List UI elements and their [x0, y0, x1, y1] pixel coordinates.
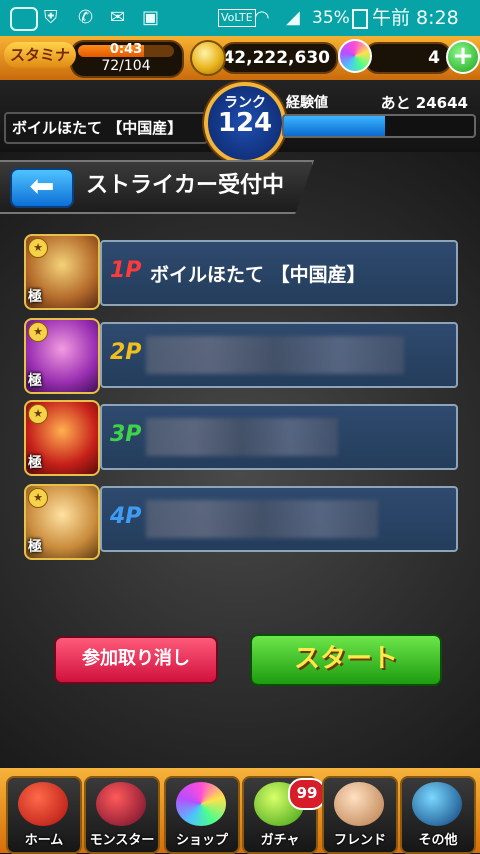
briefcase-icon: ▣: [142, 7, 160, 28]
radar-icon: [412, 782, 462, 826]
player-4-label: 4P: [110, 504, 142, 529]
back-arrow-icon: ⬅: [29, 169, 55, 204]
wifi-icon: ◠: [254, 7, 270, 28]
handshake-icon: [334, 782, 384, 826]
mail-icon: ✉: [110, 7, 126, 28]
stamina-timer: 0:43: [109, 42, 143, 57]
clock: 午前 8:28: [372, 7, 459, 29]
nav-monster-label: モンスター: [89, 833, 155, 848]
stamina-box: 0:43 72/104: [70, 40, 184, 78]
nav-gacha-label: ガチャ: [260, 833, 300, 848]
monster-icon: [96, 782, 146, 826]
coin-count: 42,222,630: [222, 48, 330, 68]
player-4-slot[interactable]: 4P: [100, 486, 458, 552]
player-3-label: 3P: [110, 422, 142, 447]
player-2-label: 2P: [110, 340, 142, 365]
nav-other-label: その他: [418, 833, 458, 848]
volte-indicator: VoLTE: [218, 9, 256, 27]
player-1-label: 1P: [110, 258, 142, 283]
home-icon: [18, 782, 68, 826]
nav-friend[interactable]: フレンド: [322, 776, 398, 854]
orb-count: 4: [428, 48, 440, 68]
start-label: スタート: [293, 644, 398, 674]
start-button[interactable]: スタート: [250, 634, 442, 686]
cancel-join-button[interactable]: 参加取り消し: [54, 636, 218, 684]
nav-friend-label: フレンド: [333, 833, 386, 848]
coin-box: 42,222,630: [220, 42, 338, 74]
nav-shop[interactable]: ショップ: [164, 776, 240, 854]
orb-icon: [338, 39, 372, 73]
exp-label: 経験値: [286, 95, 328, 111]
rarity-icon: ★: [28, 488, 48, 508]
page-title: ストライカー受付中: [86, 173, 285, 198]
evolution-tag: 極: [28, 373, 42, 389]
app-icon: [10, 7, 38, 31]
nav-monster[interactable]: モンスター: [84, 776, 160, 854]
player-4-avatar: ★ 極: [24, 484, 100, 560]
nav-home[interactable]: ホーム: [6, 776, 82, 854]
evolution-tag: 極: [28, 455, 42, 471]
coin-icon: [190, 40, 226, 76]
player-3-name-hidden: [146, 418, 338, 456]
rarity-icon: ★: [28, 238, 48, 258]
exp-remaining: あと 24644: [380, 94, 468, 112]
exp-fill: [284, 116, 385, 136]
shop-orb-icon: [176, 782, 226, 826]
player-3-slot[interactable]: 3P: [100, 404, 458, 470]
stamina-count: 72/104: [101, 58, 151, 74]
missed-call-icon: ✆: [78, 7, 94, 28]
orb-box: 4: [364, 42, 452, 74]
buy-orb-button[interactable]: +: [446, 40, 480, 74]
nav-shop-label: ショップ: [175, 833, 228, 848]
rank-value: 124: [217, 108, 273, 138]
player-2-avatar: ★ 極: [24, 318, 100, 394]
back-button[interactable]: ⬅: [10, 168, 74, 208]
shield-icon: ⛨: [44, 7, 58, 28]
player-2-name-hidden: [146, 336, 404, 374]
cancel-join-label: 参加取り消し: [82, 648, 190, 669]
rarity-icon: ★: [28, 322, 48, 342]
player-name: ボイルほたて 【中国産】: [12, 119, 183, 137]
nav-other[interactable]: その他: [400, 776, 476, 854]
player-1-slot[interactable]: 1P ボイルほたて 【中国産】: [100, 240, 458, 306]
player-2-slot[interactable]: 2P: [100, 322, 458, 388]
signal-icon: ◢: [286, 7, 300, 28]
battery-percent: 35%: [312, 8, 350, 28]
player-1-avatar: ★ 極: [24, 234, 100, 310]
exp-bar: [282, 114, 476, 138]
player-4-name-hidden: [146, 500, 378, 538]
evolution-tag: 極: [28, 539, 42, 555]
player-1-name: ボイルほたて 【中国産】: [150, 264, 366, 286]
stamina-label: スタミナ: [4, 42, 76, 68]
gacha-count-badge: 99: [288, 778, 326, 810]
nav-home-label: ホーム: [24, 833, 64, 848]
player-3-avatar: ★ 極: [24, 400, 100, 476]
evolution-tag: 極: [28, 289, 42, 305]
rarity-icon: ★: [28, 404, 48, 424]
rank-badge: ランク 124: [204, 82, 286, 164]
player-name-box: ボイルほたて 【中国産】: [4, 112, 208, 144]
battery-icon: [352, 9, 368, 29]
